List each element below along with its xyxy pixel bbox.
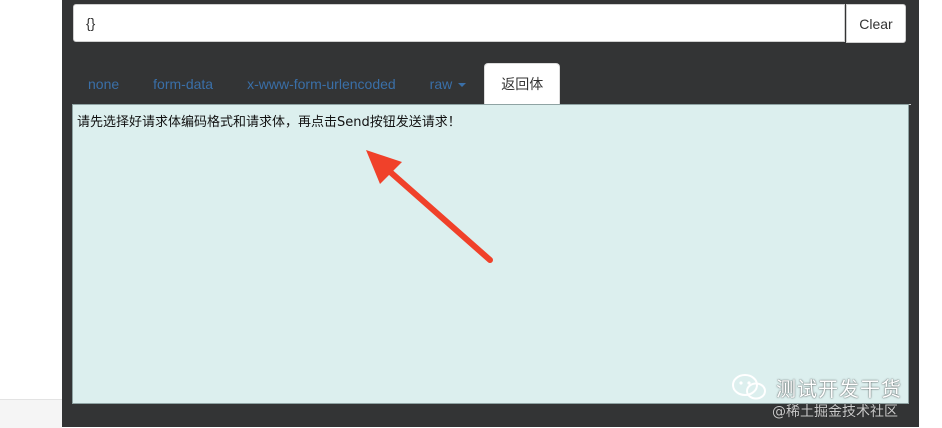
request-body-input[interactable] [73,4,845,42]
body-type-tabs: none form-data x-www-form-urlencoded raw… [72,63,562,104]
tab-label: x-www-form-urlencoded [247,75,396,92]
watermark: 测试开发干货 [730,372,902,402]
clear-button[interactable]: Clear [846,4,906,43]
tab-label: 返回体 [501,76,544,92]
left-bottom-strip [0,399,62,428]
right-margin [919,0,942,427]
tab-x-www-form-urlencoded[interactable]: x-www-form-urlencoded [231,63,412,104]
tab-raw[interactable]: raw [414,63,483,104]
response-message: 请先选择好请求体编码格式和请求体，再点击Send按钮发送请求！ [77,115,461,130]
watermark-subtitle: @稀土掘金技术社区 [772,404,898,420]
watermark-title: 测试开发干货 [776,376,902,401]
tab-label: form-data [153,75,214,92]
caret-down-icon[interactable] [458,82,467,87]
arrow-shaft [385,167,493,263]
tab-response-body[interactable]: 返回体 [484,63,561,104]
tab-none[interactable]: none [72,63,135,104]
tab-label: none [88,75,120,92]
tab-form-data[interactable]: form-data [137,63,229,104]
left-gutter [0,0,62,427]
tab-label: raw [429,75,453,92]
annotation-arrow-icon [366,150,493,263]
wechat-icon [732,374,766,400]
